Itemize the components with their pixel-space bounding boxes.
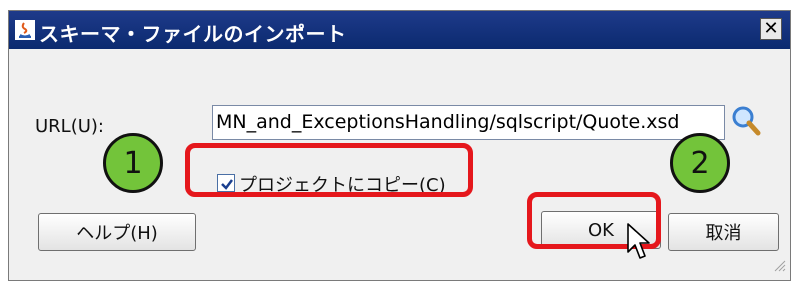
mouse-pointer-icon bbox=[626, 222, 652, 266]
url-input[interactable]: MN_and_ExceptionsHandling/sqlscript/Quot… bbox=[212, 105, 725, 140]
cancel-button[interactable]: 取消 bbox=[668, 213, 779, 251]
step-2-badge: 2 bbox=[670, 133, 730, 193]
url-label: URL(U): bbox=[35, 116, 104, 137]
title-bar: スキーマ・ファイルのインポート ✕ bbox=[9, 11, 790, 49]
dialog-title: スキーマ・ファイルのインポート bbox=[39, 22, 347, 46]
close-button[interactable]: ✕ bbox=[760, 18, 782, 40]
java-app-icon bbox=[15, 20, 35, 40]
resize-grip-icon[interactable] bbox=[772, 257, 786, 276]
step-1-badge: 1 bbox=[103, 133, 163, 193]
magnifier-icon bbox=[732, 106, 761, 136]
checkbox-highlight-frame bbox=[185, 143, 473, 197]
browse-search-button[interactable] bbox=[730, 104, 762, 138]
close-icon: ✕ bbox=[763, 18, 779, 39]
help-button[interactable]: ヘルプ(H) bbox=[38, 213, 196, 251]
